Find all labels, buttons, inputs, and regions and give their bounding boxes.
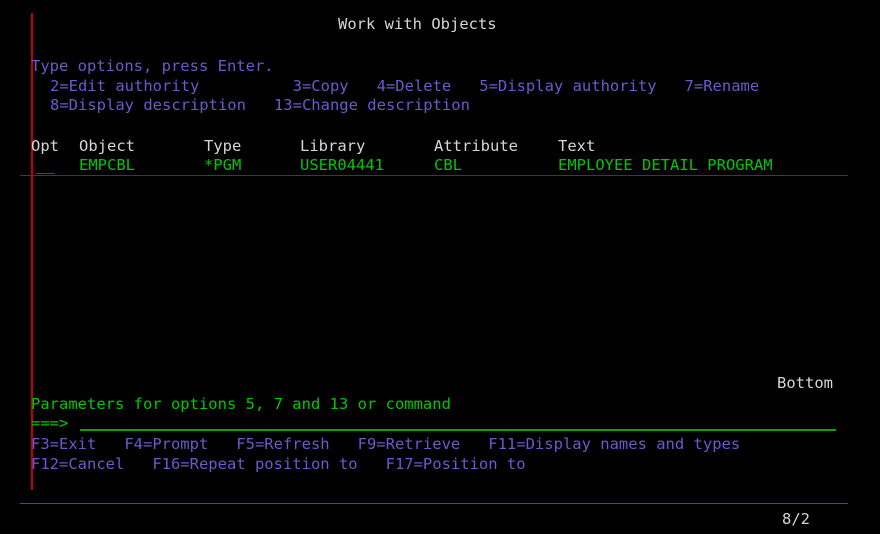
column-header-attribute: Attribute: [434, 137, 518, 155]
option-list-line-2: 8=Display description 13=Change descript…: [50, 96, 470, 114]
cell-type: *PGM: [204, 156, 242, 174]
oia-separator-line: [20, 503, 848, 504]
cell-object[interactable]: EMPCBL: [79, 156, 135, 175]
page-title: Work with Objects: [338, 15, 497, 33]
scroll-position-indicator: Bottom: [777, 374, 833, 392]
cell-library: USER04441: [300, 156, 384, 174]
column-header-opt: Opt: [31, 137, 59, 155]
terminal-screen: Work with Objects Type options, press En…: [0, 0, 880, 534]
instruction-prompt: Type options, press Enter.: [31, 57, 274, 75]
opt-input-field[interactable]: __: [36, 156, 55, 175]
cell-text: EMPLOYEE DETAIL PROGRAM: [558, 156, 773, 174]
command-input-underline: [80, 429, 836, 431]
option-list-line-1: 2=Edit authority 3=Copy 4=Delete 5=Displ…: [50, 77, 760, 95]
column-header-type: Type: [204, 137, 242, 155]
function-keys-line-1[interactable]: F3=Exit F4=Prompt F5=Refresh F9=Retrieve…: [31, 435, 740, 454]
column-header-text: Text: [558, 137, 596, 155]
cursor-position-readout: 8/2: [782, 510, 810, 528]
column-header-library: Library: [300, 137, 366, 155]
column-header-object: Object: [79, 137, 135, 155]
command-prompt-arrow: ===>: [31, 414, 69, 432]
command-line-label: Parameters for options 5, 7 and 13 or co…: [31, 395, 451, 413]
list-separator-line: [20, 175, 848, 176]
function-keys-line-2[interactable]: F12=Cancel F16=Repeat position to F17=Po…: [31, 455, 526, 474]
cell-attribute: CBL: [434, 156, 462, 174]
